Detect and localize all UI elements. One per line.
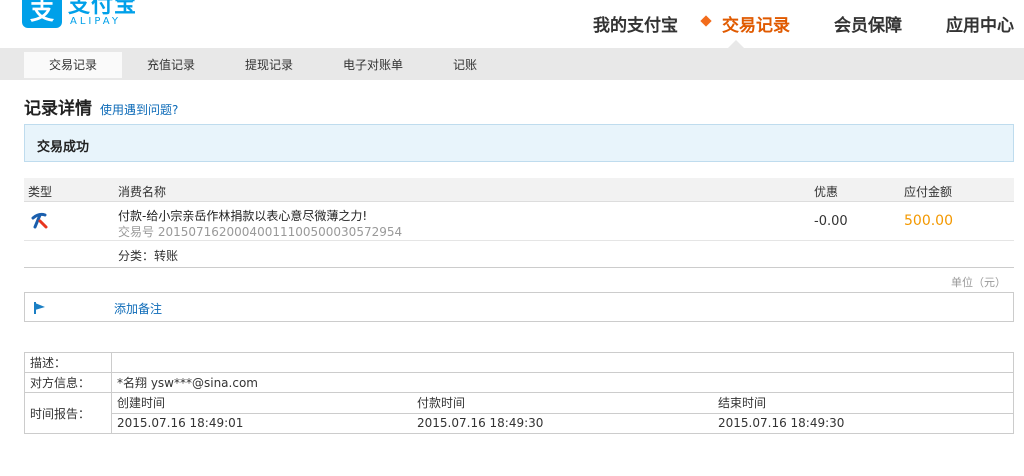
- col-name: 消费名称: [118, 185, 167, 199]
- sub-nav: 交易记录 充值记录 提现记录 电子对账单 记账: [0, 48, 1024, 80]
- time-header-created: 创建时间: [112, 393, 412, 414]
- tab-bookkeeping[interactable]: 记账: [416, 52, 514, 78]
- tab-withdraw[interactable]: 提现记录: [220, 52, 318, 78]
- item-name: 付款-给小宗亲岳作林捐款以表心意尽微薄之力!: [118, 209, 368, 223]
- nav-active-arrow-icon: [728, 40, 744, 48]
- flag-icon: [34, 302, 45, 314]
- tab-transactions[interactable]: 交易记录: [24, 52, 122, 78]
- header: 支 支付宝 ALIPAY 我的支付宝 交易记录 会员保障 应用中心: [0, 0, 1024, 48]
- top-nav: 我的支付宝 交易记录 会员保障 应用中心: [549, 0, 1014, 46]
- time-paid: 2015.07.16 18:49:30: [417, 416, 544, 431]
- time-table: 创建时间 付款时间 结束时间 2015.07.16 18:49:01 2015.…: [112, 393, 1013, 433]
- nav-transactions-label: 交易记录: [722, 15, 790, 36]
- desc-row: 描述：: [24, 352, 1014, 373]
- status-banner: 交易成功: [24, 124, 1014, 162]
- transfer-type-icon: [31, 212, 48, 229]
- party-value: *名翔 ysw***@sina.com: [111, 372, 1014, 393]
- tab-recharge[interactable]: 充值记录: [122, 52, 220, 78]
- time-label: 时间报告：: [24, 392, 112, 434]
- nav-my-alipay[interactable]: 我的支付宝: [593, 11, 678, 36]
- time-header-ended: 结束时间: [713, 393, 1013, 414]
- active-dot-icon: [700, 14, 712, 27]
- col-discount: 优惠: [814, 185, 839, 199]
- nav-app-center[interactable]: 应用中心: [946, 11, 1014, 36]
- alipay-logo[interactable]: 支 支付宝 ALIPAY: [22, 0, 142, 34]
- memo-box: 添加备注: [24, 292, 1014, 322]
- info-table: 描述： 对方信息： *名翔 ysw***@sina.com 时间报告： 创建时间…: [24, 352, 1014, 434]
- page-title: 记录详情: [24, 99, 92, 119]
- nav-transactions[interactable]: 交易记录: [700, 11, 790, 36]
- time-created: 2015.07.16 18:49:01: [117, 416, 244, 431]
- detail-row: 付款-给小宗亲岳作林捐款以表心意尽微薄之力! 交易号 2015071620004…: [24, 203, 1014, 241]
- trade-number: 交易号 20150716200040011100500030572954: [118, 225, 403, 239]
- title-row: 记录详情 使用遇到问题?: [24, 94, 178, 119]
- discount-value: -0.00: [814, 214, 848, 229]
- party-label: 对方信息：: [24, 372, 112, 393]
- unit-label: 单位（元）: [951, 276, 1006, 289]
- time-cell: 创建时间 付款时间 结束时间 2015.07.16 18:49:01 2015.…: [111, 392, 1014, 434]
- tab-statement[interactable]: 电子对账单: [324, 52, 422, 78]
- party-row: 对方信息： *名翔 ysw***@sina.com: [24, 372, 1014, 393]
- add-memo-link[interactable]: 添加备注: [114, 300, 162, 317]
- col-amount: 应付金额: [904, 185, 953, 199]
- desc-label: 描述：: [24, 352, 112, 373]
- nav-member-protection[interactable]: 会员保障: [834, 11, 902, 36]
- detail-header-row: 类型 消费名称 优惠 应付金额: [24, 178, 1014, 202]
- logo-mark: 支: [22, 0, 62, 28]
- help-link[interactable]: 使用遇到问题?: [100, 103, 178, 117]
- time-ended: 2015.07.16 18:49:30: [718, 416, 845, 431]
- time-header-paid: 付款时间: [412, 393, 713, 414]
- category-row: 分类：转账: [24, 241, 1014, 268]
- amount-value: 500.00: [904, 213, 953, 229]
- logo-text-en: ALIPAY: [70, 16, 121, 27]
- time-row: 时间报告： 创建时间 付款时间 结束时间 2015.07.16 18:49:01…: [24, 392, 1014, 434]
- desc-value: [111, 352, 1014, 373]
- col-type: 类型: [28, 185, 53, 199]
- status-text: 交易成功: [37, 140, 90, 155]
- category-label: 分类：转账: [118, 249, 179, 263]
